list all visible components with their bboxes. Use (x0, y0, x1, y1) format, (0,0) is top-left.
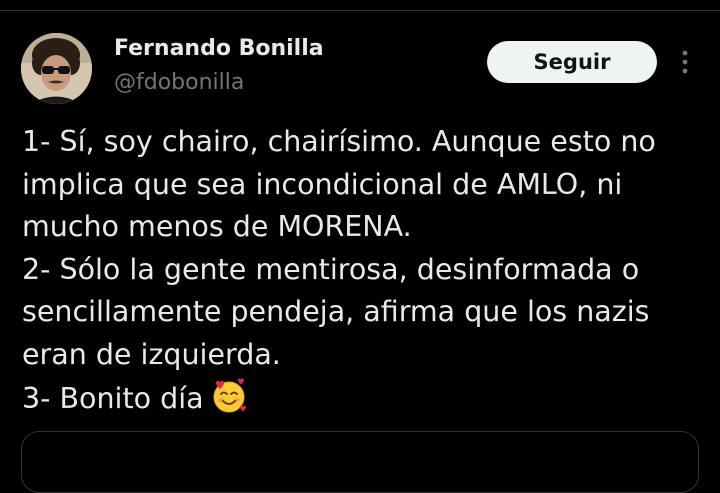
avatar[interactable] (21, 33, 92, 104)
tweet-line: eran de izquierda. (22, 337, 281, 371)
tweet-line: mucho menos de MORENA. (22, 210, 412, 244)
tweet-text: 1- Sí, soy chairo, chairísimo. Aunque es… (22, 121, 712, 419)
tweet-line: 2- Sólo la gente mentirosa, desinformada… (22, 252, 640, 286)
tweet-header: Fernando Bonilla @fdobonilla Seguir (0, 0, 720, 120)
tweet-line-last: 3- Bonito día (22, 377, 712, 420)
display-name[interactable]: Fernando Bonilla (114, 35, 324, 63)
tweet-line: implica que sea incondicional de AMLO, n… (22, 167, 623, 201)
follow-button[interactable]: Seguir (487, 41, 657, 83)
tweet-line: 1- Sí, soy chairo, chairísimo. Aunque es… (22, 125, 656, 158)
quoted-tweet-card[interactable] (21, 431, 699, 493)
more-vertical-icon[interactable] (674, 48, 696, 76)
user-handle[interactable]: @fdobonilla (114, 69, 244, 97)
smiling-face-with-hearts-emoji (210, 377, 248, 415)
tweet-line: sencillamente pendeja, afirma que los na… (22, 295, 650, 329)
tweet-line: 3- Bonito día (22, 381, 204, 415)
